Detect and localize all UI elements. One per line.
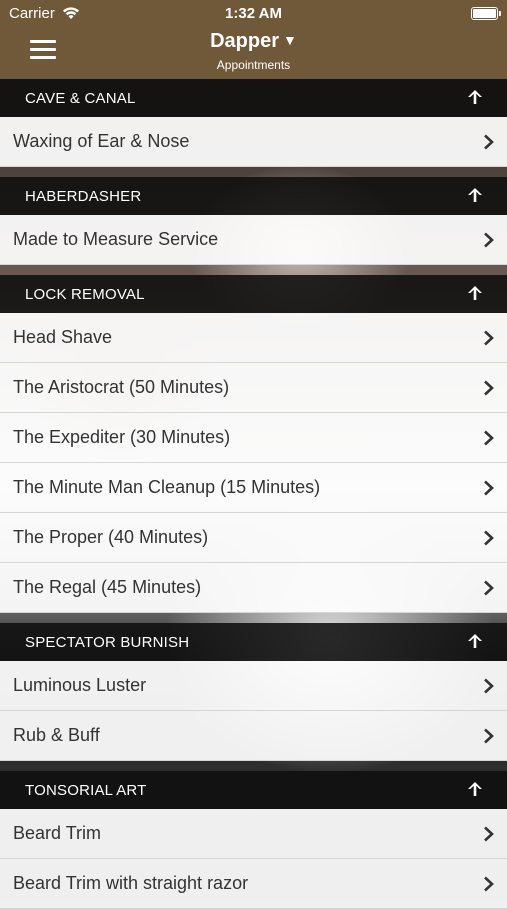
page-subtitle: Appointments	[216, 58, 291, 72]
chevron-right-icon	[484, 330, 494, 346]
arrow-up-icon	[468, 634, 482, 648]
list-item[interactable]: Beard Trim with straight razor	[0, 859, 507, 909]
list-item-label: The Proper (40 Minutes)	[13, 527, 209, 547]
section-header-lock-removal[interactable]: LOCK REMOVAL	[0, 275, 507, 313]
list-item[interactable]: Waxing of Ear & Nose	[0, 117, 507, 167]
chevron-right-icon	[484, 480, 494, 496]
battery-icon	[471, 7, 501, 20]
section-title: SPECTATOR BURNISH	[25, 634, 190, 651]
list-item-label: Waxing of Ear & Nose	[13, 131, 190, 151]
status-bar: Carrier 1:32 AM	[0, 0, 507, 28]
chevron-right-icon	[484, 380, 494, 396]
list-item-label: Head Shave	[13, 327, 113, 347]
section-header-cave-canal[interactable]: CAVE & CANAL	[0, 79, 507, 117]
section-title: LOCK REMOVAL	[25, 286, 145, 303]
list-item-label: Beard Trim with straight razor	[13, 873, 249, 893]
list-item[interactable]: The Regal (45 Minutes)	[0, 563, 507, 613]
services-list: CAVE & CANAL Waxing of Ear & Nose HABERD…	[0, 79, 507, 909]
list-item[interactable]: The Minute Man Cleanup (15 Minutes)	[0, 463, 507, 513]
list-item[interactable]: Made to Measure Service	[0, 215, 507, 265]
section-title: TONSORIAL ART	[25, 782, 147, 799]
list-item-label: Beard Trim	[13, 823, 102, 843]
chevron-right-icon	[484, 580, 494, 596]
chevron-right-icon	[484, 876, 494, 892]
arrow-up-icon	[468, 188, 482, 202]
list-item[interactable]: The Aristocrat (50 Minutes)	[0, 363, 507, 413]
list-item[interactable]: Head Shave	[0, 313, 507, 363]
list-item-label: The Regal (45 Minutes)	[13, 577, 202, 597]
list-item[interactable]: Luminous Luster	[0, 661, 507, 711]
list-item[interactable]: The Proper (40 Minutes)	[0, 513, 507, 563]
list-item[interactable]: The Expediter (30 Minutes)	[0, 413, 507, 463]
list-item-label: Made to Measure Service	[13, 229, 219, 249]
chevron-right-icon	[484, 728, 494, 744]
arrow-up-icon	[468, 782, 482, 796]
list-item-label: Rub & Buff	[13, 725, 100, 745]
list-item[interactable]: Beard Trim	[0, 809, 507, 859]
chevron-right-icon	[484, 232, 494, 248]
chevron-right-icon	[484, 678, 494, 694]
page-title: Dapper	[210, 30, 280, 52]
section-header-tonsorial-art[interactable]: TONSORIAL ART	[0, 771, 507, 809]
list-item-label: The Aristocrat (50 Minutes)	[13, 377, 230, 397]
list-item-label: The Minute Man Cleanup (15 Minutes)	[13, 477, 321, 497]
nav-bar: Dapper ▼ Appointments	[0, 28, 507, 79]
section-header-spectator-burnish[interactable]: SPECTATOR BURNISH	[0, 623, 507, 661]
section-header-haberdasher[interactable]: HABERDASHER	[0, 177, 507, 215]
chevron-right-icon	[484, 826, 494, 842]
arrow-up-icon	[468, 90, 482, 104]
section-title: HABERDASHER	[25, 188, 142, 205]
arrow-up-icon	[468, 286, 482, 300]
list-item-label: The Expediter (30 Minutes)	[13, 427, 231, 447]
section-title: CAVE & CANAL	[25, 90, 136, 107]
chevron-right-icon	[484, 134, 494, 150]
list-item[interactable]: Rub & Buff	[0, 711, 507, 761]
caret-down-icon: ▼	[283, 32, 297, 48]
chevron-right-icon	[484, 530, 494, 546]
location-selector[interactable]: Dapper ▼	[0, 30, 507, 53]
list-item-label: Luminous Luster	[13, 675, 147, 695]
chevron-right-icon	[484, 430, 494, 446]
clock: 1:32 AM	[225, 5, 282, 22]
